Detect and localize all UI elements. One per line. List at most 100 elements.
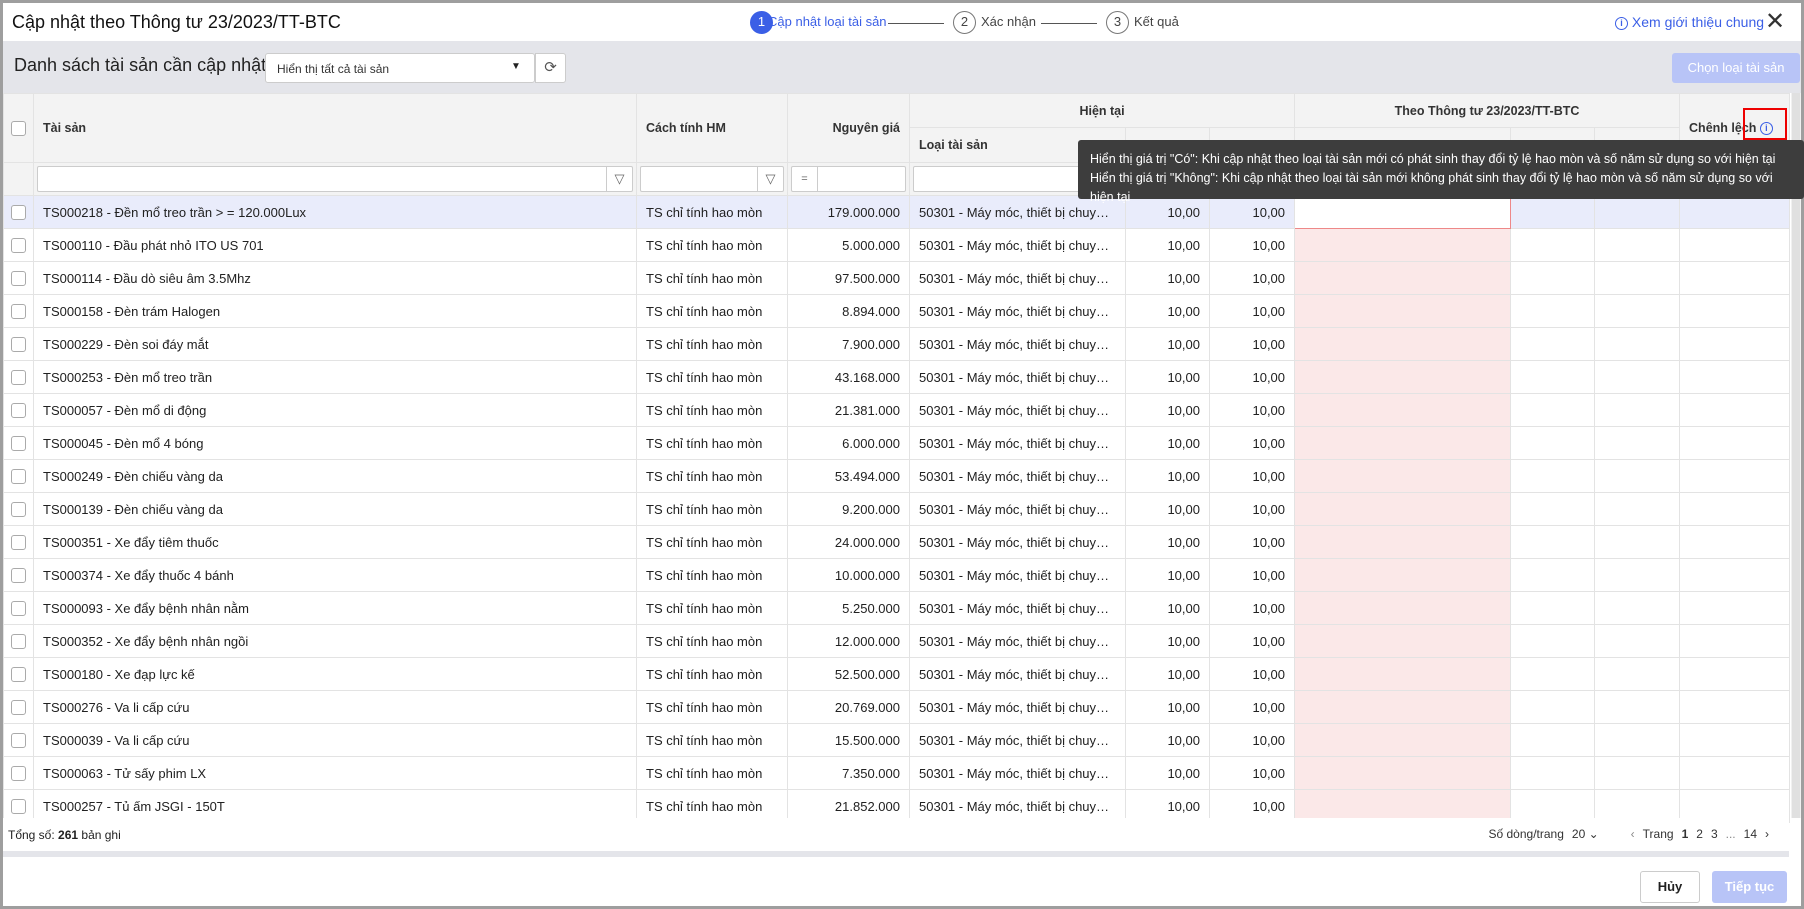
new-asset-type-cell[interactable] [1294, 228, 1512, 262]
table-row[interactable]: TS000374 - Xe đẩy thuốc 4 bánh TS chỉ tí… [3, 558, 1791, 592]
new-asset-type-cell[interactable] [1294, 690, 1512, 724]
method-cell: TS chỉ tính hao mòn [636, 657, 788, 691]
cost-filter-operator[interactable]: = [792, 167, 818, 191]
new-asset-type-cell[interactable] [1294, 294, 1512, 328]
new-asset-type-cell[interactable] [1294, 327, 1512, 361]
filter-icon[interactable]: ▽ [606, 167, 632, 191]
page-3[interactable]: 3 [1711, 827, 1718, 841]
table-row[interactable]: TS000253 - Đèn mổ treo trần TS chỉ tính … [3, 360, 1791, 394]
table-row[interactable]: TS000276 - Va li cấp cứu TS chỉ tính hao… [3, 690, 1791, 724]
row-checkbox[interactable] [11, 799, 26, 815]
page-2[interactable]: 2 [1696, 827, 1703, 841]
difference-cell [1679, 723, 1791, 757]
row-select-cell [3, 327, 34, 361]
new-asset-type-cell[interactable] [1294, 393, 1512, 427]
table-row[interactable]: TS000139 - Đèn chiếu vàng da TS chỉ tính… [3, 492, 1791, 526]
table-row[interactable]: TS000229 - Đèn soi đáy mắt TS chỉ tính h… [3, 327, 1791, 361]
new-asset-type-cell[interactable] [1294, 261, 1512, 295]
new-years-cell [1594, 459, 1681, 493]
current-rate-cell: 10,00 [1125, 261, 1210, 295]
select-all-checkbox[interactable] [11, 120, 26, 136]
new-asset-type-cell[interactable] [1294, 492, 1512, 526]
row-checkbox[interactable] [11, 667, 26, 683]
new-asset-type-cell[interactable] [1294, 723, 1512, 757]
row-checkbox[interactable] [11, 766, 26, 782]
table-row[interactable]: TS000352 - Xe đẩy bệnh nhân ngồi TS chỉ … [3, 624, 1791, 658]
table-row[interactable]: TS000351 - Xe đẩy tiêm thuốc TS chỉ tính… [3, 525, 1791, 559]
table-row[interactable]: TS000249 - Đèn chiếu vàng da TS chỉ tính… [3, 459, 1791, 493]
page-size-select[interactable]: 20 ⌄ [1572, 827, 1599, 841]
table-row[interactable]: TS000110 - Đầu phát nhỏ ITO US 701 TS ch… [3, 228, 1791, 262]
info-icon: i [1615, 16, 1628, 30]
display-filter-select[interactable]: Hiển thị tất cả tài sản ▼ [265, 53, 535, 83]
new-asset-type-cell[interactable] [1294, 624, 1512, 658]
row-checkbox[interactable] [11, 205, 26, 221]
table-row[interactable]: TS000063 - Tử sấy phim LX TS chỉ tính ha… [3, 756, 1791, 790]
new-asset-type-cell[interactable] [1294, 591, 1512, 625]
table-row[interactable]: TS000180 - Xe đạp lực kế TS chỉ tính hao… [3, 657, 1791, 691]
page-14[interactable]: 14 [1744, 827, 1757, 841]
filter-icon[interactable]: ▽ [757, 167, 783, 191]
list-title: Danh sách tài sản cần cập nhật [14, 55, 267, 75]
choose-asset-type-button[interactable]: Chọn loại tài sản [1672, 53, 1800, 83]
asset-filter-input[interactable]: ▽ [37, 166, 633, 192]
new-asset-type-cell[interactable] [1294, 756, 1512, 790]
row-checkbox[interactable] [11, 304, 26, 320]
intro-link[interactable]: i Xem giới thiệu chung [1615, 14, 1764, 30]
row-checkbox[interactable] [11, 535, 26, 551]
row-checkbox[interactable] [11, 238, 26, 254]
row-checkbox[interactable] [11, 271, 26, 287]
method-filter-input[interactable]: ▽ [640, 166, 784, 192]
asset-type-cell: 50301 - Máy móc, thiết bị chuyên dùng [909, 756, 1126, 790]
row-checkbox[interactable] [11, 469, 26, 485]
new-years-cell [1594, 294, 1681, 328]
row-checkbox[interactable] [11, 337, 26, 353]
new-asset-type-cell[interactable] [1294, 558, 1512, 592]
cost-cell: 12.000.000 [787, 624, 910, 658]
row-checkbox[interactable] [11, 502, 26, 518]
row-checkbox[interactable] [11, 733, 26, 749]
horizontal-scrollbar[interactable] [3, 851, 1789, 857]
table-row[interactable]: TS000093 - Xe đẩy bệnh nhân nằm TS chỉ t… [3, 591, 1791, 625]
table-row[interactable]: TS000045 - Đèn mổ 4 bóng TS chỉ tính hao… [3, 426, 1791, 460]
refresh-icon[interactable]: ⟳ [535, 53, 566, 83]
cost-filter-input[interactable]: = [791, 166, 906, 192]
new-asset-type-cell[interactable] [1294, 525, 1512, 559]
current-rate-cell: 10,00 [1125, 360, 1210, 394]
new-asset-type-cell[interactable] [1294, 426, 1512, 460]
row-checkbox[interactable] [11, 403, 26, 419]
new-years-cell [1594, 525, 1681, 559]
new-rate-cell [1510, 459, 1596, 493]
table-row[interactable]: TS000114 - Đầu dò siêu âm 3.5Mhz TS chỉ … [3, 261, 1791, 295]
next-page-icon[interactable]: › [1765, 827, 1769, 841]
next-button[interactable]: Tiếp tục [1712, 871, 1787, 903]
new-years-cell [1594, 492, 1681, 526]
prev-page-icon[interactable]: ‹ [1631, 827, 1635, 841]
table-row[interactable]: TS000158 - Đèn trám Halogen TS chỉ tính … [3, 294, 1791, 328]
cancel-button[interactable]: Hủy [1640, 871, 1700, 903]
current-rate-cell: 10,00 [1125, 327, 1210, 361]
method-cell: TS chỉ tính hao mòn [636, 228, 788, 262]
table-row[interactable]: TS000039 - Va li cấp cứu TS chỉ tính hao… [3, 723, 1791, 757]
page-1[interactable]: 1 [1682, 827, 1689, 841]
row-checkbox[interactable] [11, 634, 26, 650]
row-checkbox[interactable] [11, 370, 26, 386]
vertical-scrollbar[interactable] [1791, 93, 1801, 818]
new-rate-cell [1510, 624, 1596, 658]
dialog-title: Cập nhật theo Thông tư 23/2023/TT-BTC [12, 12, 341, 32]
new-asset-type-cell[interactable] [1294, 360, 1512, 394]
row-select-cell [3, 195, 34, 229]
scroll-thumb[interactable] [1792, 93, 1800, 818]
row-checkbox[interactable] [11, 436, 26, 452]
close-icon[interactable]: ✕ [1765, 7, 1785, 36]
row-checkbox[interactable] [11, 700, 26, 716]
new-rate-cell [1510, 228, 1596, 262]
cost-cell: 43.168.000 [787, 360, 910, 394]
row-checkbox[interactable] [11, 568, 26, 584]
table-row[interactable]: TS000057 - Đèn mổ di động TS chỉ tính ha… [3, 393, 1791, 427]
row-checkbox[interactable] [11, 601, 26, 617]
new-asset-type-cell[interactable] [1294, 459, 1512, 493]
asset-cell: TS000276 - Va li cấp cứu [33, 690, 637, 724]
new-rate-cell [1510, 360, 1596, 394]
new-asset-type-cell[interactable] [1294, 657, 1512, 691]
